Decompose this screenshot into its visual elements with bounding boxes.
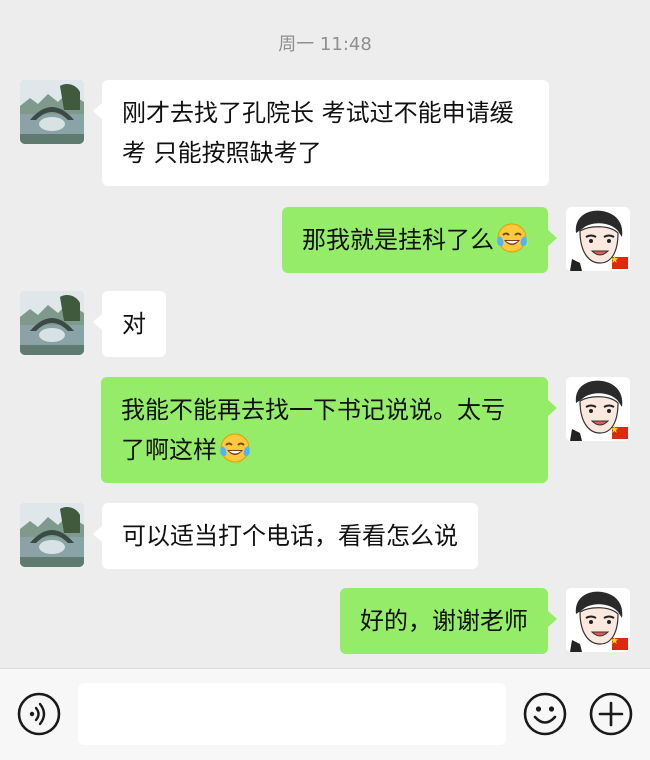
- teacher-avatar[interactable]: [20, 291, 84, 355]
- face-with-tears-emoji: [496, 222, 528, 254]
- outgoing-message-bubble[interactable]: 好的，谢谢老师: [340, 588, 557, 654]
- plus-icon[interactable]: [588, 691, 634, 737]
- smiley-icon[interactable]: [522, 691, 568, 737]
- my-avatar[interactable]: [566, 377, 630, 441]
- message-input[interactable]: [78, 683, 506, 745]
- message-text: 可以适当打个电话，看看怎么说: [122, 522, 458, 550]
- teacher-avatar[interactable]: [20, 503, 84, 567]
- my-avatar[interactable]: [566, 207, 630, 271]
- face-with-tears-emoji: [219, 432, 251, 464]
- message-text: 好的，谢谢老师: [360, 607, 528, 635]
- message-text: 对: [122, 310, 146, 338]
- message-text: 刚才去找了孔院长 考试过不能申请缓考 只能按照缺考了: [122, 99, 514, 167]
- chat-input-bar: [0, 668, 650, 760]
- incoming-message-bubble[interactable]: 可以适当打个电话，看看怎么说: [93, 503, 478, 569]
- message-text: 我能不能再去找一下书记说说。太亏了啊这样: [121, 396, 505, 464]
- teacher-avatar[interactable]: [20, 80, 84, 144]
- outgoing-message-bubble[interactable]: 那我就是挂科了么: [282, 207, 557, 273]
- chat-timestamp: 周一 11:48: [278, 34, 372, 55]
- incoming-message-bubble[interactable]: 对: [93, 291, 166, 357]
- outgoing-message-bubble[interactable]: 我能不能再去找一下书记说说。太亏了啊这样: [101, 377, 557, 483]
- my-avatar[interactable]: [566, 588, 630, 652]
- incoming-message-bubble[interactable]: 刚才去找了孔院长 考试过不能申请缓考 只能按照缺考了: [93, 80, 549, 186]
- voice-icon[interactable]: [16, 691, 62, 737]
- message-text: 那我就是挂科了么: [302, 226, 494, 254]
